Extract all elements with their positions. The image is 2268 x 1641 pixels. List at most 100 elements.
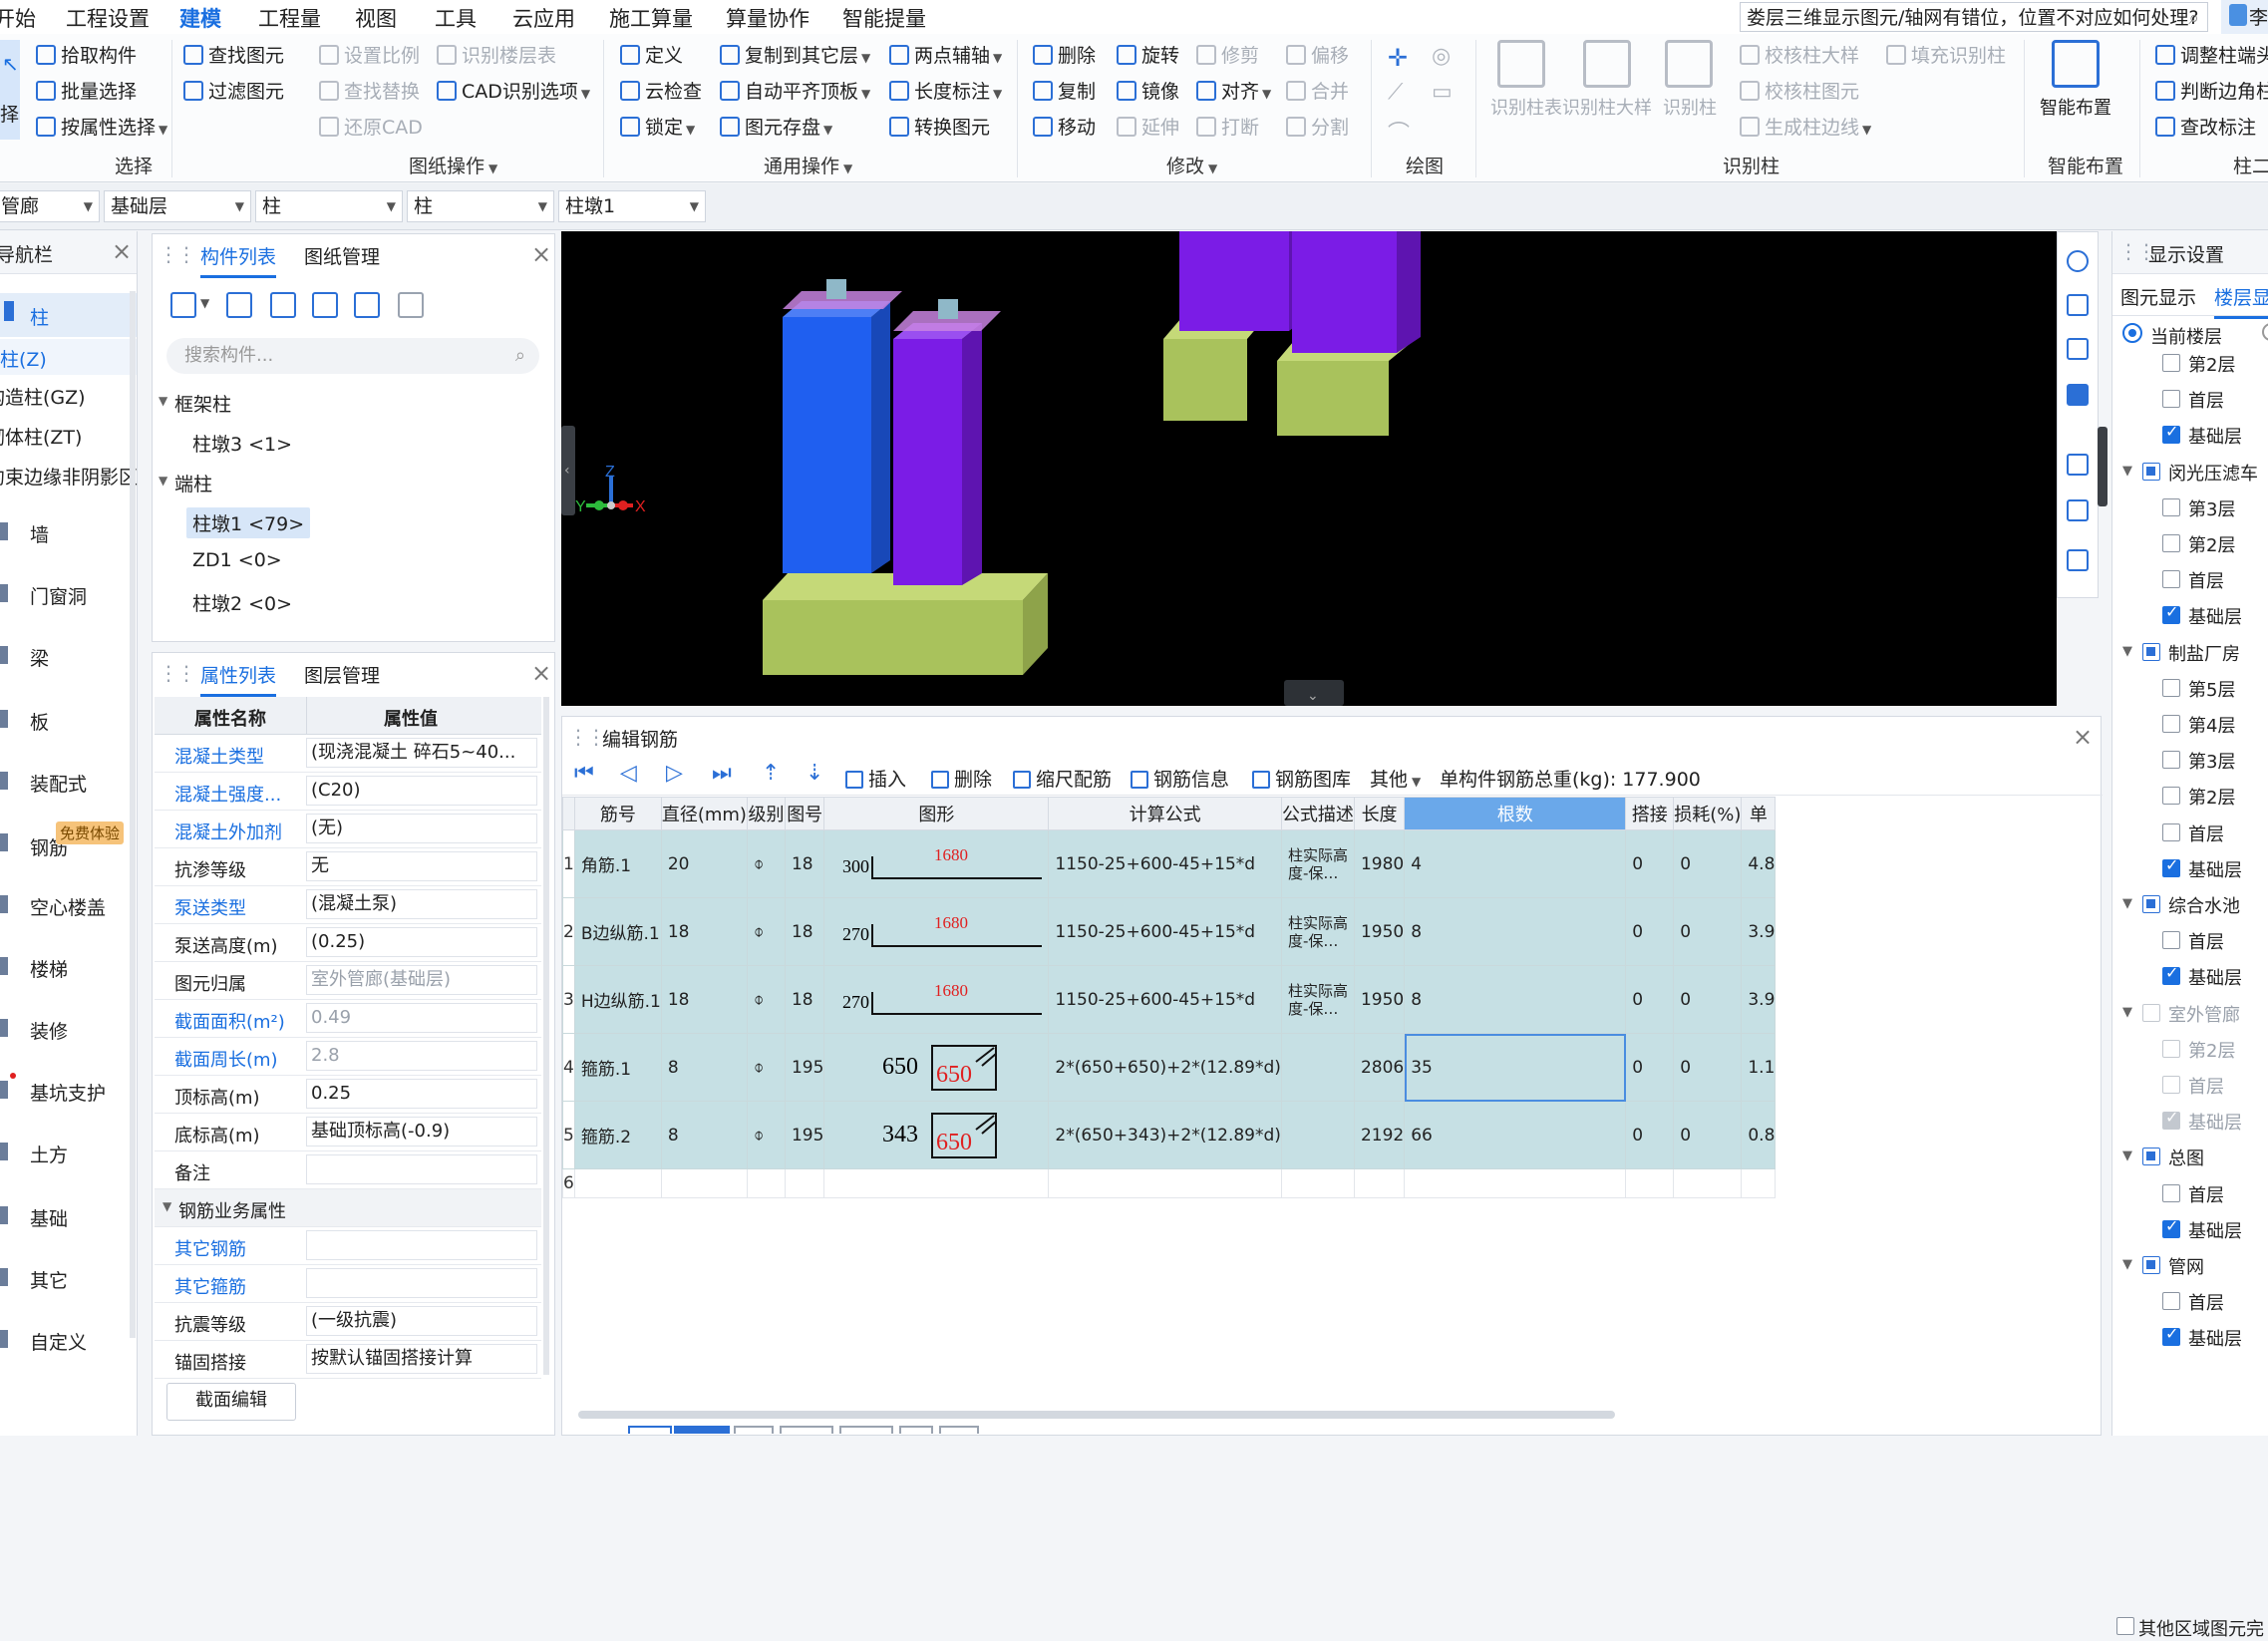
floor-tree-item[interactable]: 首层 (2112, 387, 2268, 412)
floor-tree-item[interactable]: 基础层 (2112, 855, 2268, 881)
bottom-tab-7[interactable] (939, 1426, 979, 1434)
property-value-bottom-elevation[interactable]: 基础顶标高(-0.9) (306, 1117, 537, 1147)
length-cell[interactable]: 1950 (1353, 897, 1406, 966)
close-icon[interactable]: × (112, 237, 132, 265)
shape-cell[interactable]: 270 1680 (823, 897, 1050, 966)
col-header-bar-no[interactable]: 筋号 (573, 797, 662, 830)
formula-desc-cell[interactable] (1280, 1033, 1355, 1102)
floor-tree-item[interactable]: 首层 (2112, 1073, 2268, 1098)
floor-tree-item[interactable]: 第2层 (2112, 531, 2268, 556)
offset-button[interactable]: 偏移 (1286, 44, 1349, 68)
horizontal-scrollbar[interactable] (578, 1411, 1615, 1419)
chevron-down-icon[interactable]: ▼ (200, 296, 209, 310)
tab-property-list[interactable]: 属性列表 (200, 661, 277, 697)
prev-row-icon[interactable]: ◁ (620, 761, 637, 786)
floor-tree-item[interactable]: 基础层 (2112, 1108, 2268, 1134)
floor-checkbox[interactable] (2142, 1148, 2160, 1166)
fill-recognize-column-button[interactable]: 填充识别柱 (1886, 44, 2006, 68)
floor-tree-item[interactable]: 基础层 (2112, 422, 2268, 448)
property-value-impermeability[interactable]: 无 (306, 851, 537, 881)
floor-tree-item[interactable]: 第3层 (2112, 748, 2268, 773)
more-tools-icon[interactable] (398, 292, 424, 318)
expand-caret-icon[interactable]: ▼ (159, 474, 167, 488)
floor-checkbox[interactable] (2162, 1076, 2180, 1094)
menu-collab[interactable]: 算量协作 (726, 3, 810, 33)
orbit-icon[interactable] (2067, 250, 2089, 272)
move-up-icon[interactable]: ⇡ (762, 761, 780, 786)
last-row-icon[interactable]: ⏭ (712, 761, 732, 786)
move-down-icon[interactable]: ⇣ (806, 761, 823, 786)
check-column-detail-button[interactable]: 校核柱大样 (1740, 44, 1859, 68)
cube-view-icon[interactable] (2067, 384, 2089, 406)
recognize-column-detail-button[interactable]: 识别柱大样 (1562, 40, 1652, 120)
floor-tree-item[interactable]: 基础层 (2112, 1324, 2268, 1350)
nav-item-constructional-column[interactable]: 构造柱(GZ) (0, 377, 137, 413)
property-value-other-stirrup[interactable] (306, 1268, 537, 1298)
floor-tree-group[interactable]: ▼ 总图 (2112, 1145, 2268, 1169)
bar-no-cell[interactable]: 箍筋.1 (573, 1033, 662, 1102)
expand-caret-icon[interactable]: ▼ (2122, 1005, 2132, 1020)
bar-no-cell[interactable]: 角筋.1 (573, 829, 662, 898)
close-icon[interactable]: × (2073, 723, 2093, 751)
formula-cell[interactable]: 1150-25+600-45+15*d (1048, 897, 1282, 966)
merge-button[interactable]: 合并 (1286, 80, 1349, 104)
formula-cell[interactable]: 1150-25+600-45+15*d (1048, 965, 1282, 1034)
nav-item-beam[interactable]: 梁 (0, 640, 137, 676)
loss-cell[interactable]: 0 (1673, 897, 1743, 966)
floor-checkbox[interactable] (2162, 1039, 2180, 1058)
floor-checkbox[interactable] (2162, 570, 2180, 589)
floor-checkbox[interactable] (2162, 1324, 2180, 1347)
count-cell[interactable]: 66 (1404, 1101, 1627, 1169)
close-icon[interactable]: × (531, 659, 551, 687)
menu-quantity[interactable]: 工程量 (258, 3, 321, 33)
bottom-tab-3[interactable] (734, 1426, 774, 1434)
floor-checkbox[interactable] (2162, 855, 2180, 877)
floor-checkbox[interactable] (2162, 390, 2180, 409)
diameter-cell[interactable]: 18 (660, 965, 748, 1034)
formula-desc-cell[interactable] (1280, 1101, 1355, 1169)
scale-rebar-button[interactable]: 缩尺配筋 (1013, 765, 1112, 792)
floor-checkbox[interactable] (2162, 354, 2180, 372)
current-floor-radio[interactable] (2122, 323, 2142, 343)
region-select[interactable]: 管廊 ▼ (0, 190, 100, 222)
cloud-check-button[interactable]: 云检查 (620, 80, 702, 104)
nav-item-masonry-column[interactable]: 砌体柱(ZT) (0, 417, 137, 453)
group-label-general-ops[interactable]: 通用操作 ▼ (764, 152, 852, 178)
rebar-empty-row[interactable]: 6 (562, 1168, 1777, 1198)
floor-tree-item[interactable]: 基础层 (2112, 1216, 2268, 1242)
filter-element-button[interactable]: 过滤图元 (183, 80, 284, 104)
rebar-row[interactable]: 5 箍筋.2 8 ⌽ 195 343 650 2*(650+343)+2*(12.89*d) 2… (562, 1101, 1777, 1169)
rebar-row[interactable]: 2 B边纵筋.1 18 ⌽ 18 270 1680 1150-25+600-45+15*d 柱实… (562, 897, 1777, 966)
rect-draw-icon[interactable]: ▭ (1432, 80, 1453, 105)
col-header-formula-desc[interactable]: 公式描述 (1280, 797, 1355, 830)
nav-item-other[interactable]: 其它 (0, 1262, 137, 1298)
bottom-tab-1[interactable] (628, 1426, 672, 1434)
grade-cell[interactable]: ⌽ (746, 829, 786, 898)
layer-copy-icon[interactable] (312, 292, 338, 318)
floor-checkbox[interactable] (2162, 963, 2180, 986)
3d-box-icon[interactable] (2067, 338, 2089, 360)
tab-element-display[interactable]: 图元显示 (2120, 283, 2196, 316)
grade-cell[interactable]: ⌽ (746, 1101, 786, 1169)
nav-item-wall[interactable]: 墙 (0, 516, 137, 552)
bar-no-cell[interactable]: H边纵筋.1 (573, 965, 662, 1034)
col-header-length[interactable]: 长度 (1353, 797, 1406, 830)
copy-component-icon[interactable] (226, 292, 252, 318)
move-button[interactable]: 移动 (1033, 116, 1096, 140)
extend-button[interactable]: 延伸 (1117, 116, 1179, 140)
nav-item-earthwork[interactable]: 土方 (0, 1137, 137, 1172)
empty-cell[interactable] (823, 1168, 1050, 1198)
search-icon[interactable]: ⌕ (515, 338, 525, 374)
type-select[interactable]: 柱 ▼ (407, 190, 554, 222)
nav-scrollbar[interactable] (130, 291, 136, 1338)
floor-checkbox[interactable] (2162, 422, 2180, 445)
floor-tree-item[interactable]: 第4层 (2112, 712, 2268, 737)
length-cell[interactable]: 2806 (1353, 1033, 1406, 1102)
shape-cell[interactable]: 300 1680 (823, 829, 1050, 898)
lap-cell[interactable]: 0 (1625, 829, 1675, 898)
grade-cell[interactable]: ⌽ (746, 897, 786, 966)
drag-handle-icon[interactable]: ⋮⋮ (159, 242, 196, 266)
empty-cell[interactable] (784, 1168, 825, 1198)
floor-tree-item[interactable]: 首层 (2112, 928, 2268, 953)
floor-checkbox[interactable] (2142, 462, 2160, 481)
